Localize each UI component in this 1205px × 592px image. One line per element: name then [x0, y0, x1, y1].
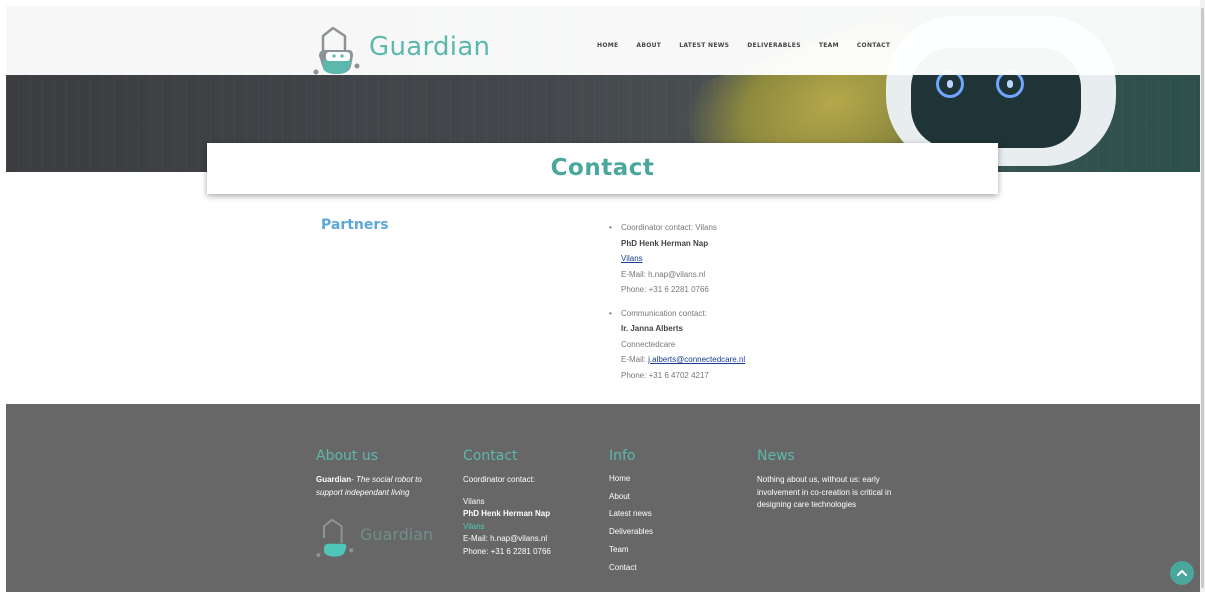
contact-org: Connectedcare [621, 339, 676, 349]
site-logo[interactable]: Guardian [313, 22, 523, 84]
contact-list: Coordinator contact: Vilans PhD Henk Her… [609, 220, 745, 391]
contact-role: Communication contact: [621, 308, 707, 318]
page-title: Contact [550, 155, 655, 181]
chevron-up-icon [1177, 570, 1187, 576]
nav-contact[interactable]: CONTACT [857, 42, 890, 49]
footer-vilans-link[interactable]: Vilans [463, 521, 583, 534]
footer-contact-name: PhD Henk Herman Nap [463, 509, 551, 518]
footer-contact-email: E-Mail: h.nap@vilans.nl [463, 534, 548, 543]
logo-text: Guardian [369, 32, 491, 62]
footer-contact-line: Coordinator contact: [463, 475, 536, 484]
contact-email-prefix: E-Mail: [621, 355, 649, 364]
footer-link-team[interactable]: Team [609, 541, 729, 559]
main-nav: HOME ABOUT LATEST NEWS DELIVERABLES TEAM… [597, 42, 908, 49]
footer-contact-heading: Contact [463, 448, 518, 464]
email-link[interactable]: j.alberts@connectedcare.nl [648, 355, 745, 364]
robot-house-icon [313, 26, 360, 75]
robot-house-icon [316, 518, 354, 557]
footer-news-heading: News [757, 448, 795, 464]
nav-team[interactable]: TEAM [819, 42, 839, 49]
footer-logo-text: Guardian [360, 525, 434, 544]
coordinator-contact: Coordinator contact: Vilans PhD Henk Her… [609, 220, 745, 298]
contact-phone: Phone: +31 6 2281 0766 [621, 285, 709, 294]
contact-name: PhD Henk Herman Nap [621, 238, 709, 248]
contact-phone: Phone: +31 6 4702 4217 [621, 370, 709, 380]
site-header [6, 6, 1200, 75]
communication-contact: Communication contact: Ir. Janna Alberts… [609, 306, 745, 384]
footer-info: Info Home About Latest news Deliverables… [609, 448, 729, 576]
title-card: Contact [207, 143, 998, 194]
footer-link-deliverables[interactable]: Deliverables [609, 523, 729, 541]
partners-heading: Partners [321, 217, 389, 233]
footer-contact-phone: Phone: +31 6 2281 0766 [463, 546, 551, 556]
footer-link-contact[interactable]: Contact [609, 559, 729, 577]
back-to-top-button[interactable] [1170, 561, 1194, 585]
footer-about-text: Guardian- The social robot to support in… [316, 475, 422, 497]
nav-deliverables[interactable]: DELIVERABLES [747, 42, 801, 49]
footer-link-about[interactable]: About [609, 488, 729, 506]
footer-about-heading: About us [316, 448, 379, 464]
footer-link-latest-news[interactable]: Latest news [609, 505, 729, 523]
footer-link-home[interactable]: Home [609, 470, 729, 488]
footer-contact-org: Vilans [463, 496, 485, 506]
footer-logo[interactable]: Guardian [316, 515, 446, 567]
nav-about[interactable]: ABOUT [636, 42, 661, 49]
nav-home[interactable]: HOME [597, 42, 618, 49]
site-footer [6, 404, 1200, 592]
footer-info-heading: Info [609, 448, 636, 464]
nav-latest-news[interactable]: LATEST NEWS [679, 42, 729, 49]
scrollbar-thumb[interactable] [1201, 8, 1204, 588]
contact-email: E-Mail: h.nap@vilans.nl [621, 269, 706, 279]
footer-news: News Nothing about us, without us: early… [757, 448, 897, 512]
footer-contact: Contact Coordinator contact: Vilans PhD … [463, 448, 583, 558]
footer-news-item[interactable]: Nothing about us, without us: early invo… [757, 474, 897, 512]
footer-about: About us Guardian- The social robot to s… [316, 448, 446, 499]
contact-name: Ir. Janna Alberts [621, 324, 683, 333]
vilans-link[interactable]: Vilans [621, 254, 643, 263]
contact-role: Coordinator contact: Vilans [621, 223, 717, 232]
